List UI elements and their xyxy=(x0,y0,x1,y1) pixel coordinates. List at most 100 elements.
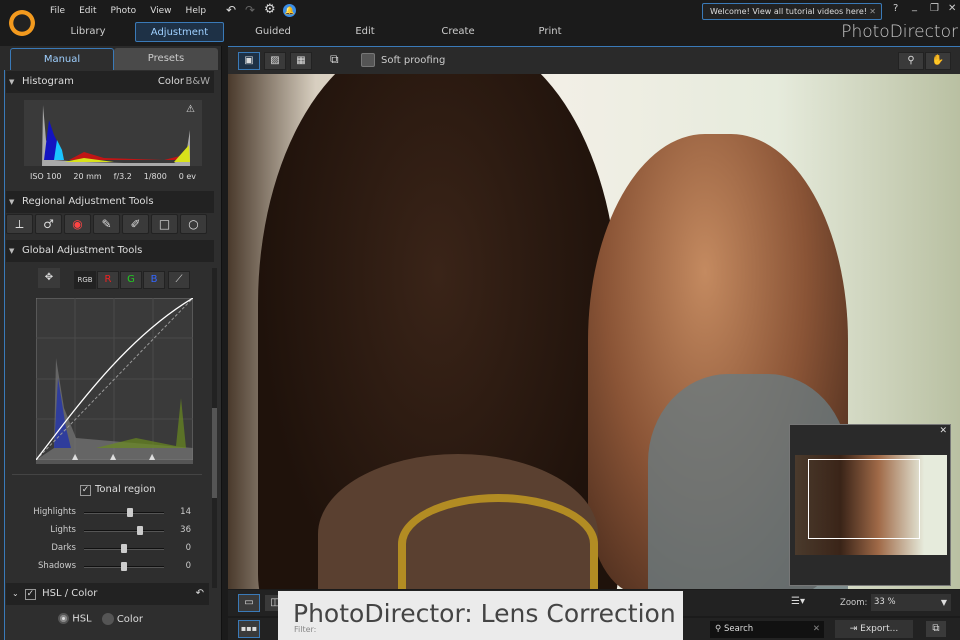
tonal-region-label: Tonal region xyxy=(95,484,156,495)
tonal-slider[interactable] xyxy=(84,562,164,571)
navigator-viewport[interactable] xyxy=(808,459,920,539)
histogram-color-toggle[interactable]: Color xyxy=(158,71,184,93)
red-eye-icon[interactable]: ◉ xyxy=(64,214,91,234)
zoom-value: 33 % xyxy=(874,597,896,607)
slider-thumb[interactable] xyxy=(136,526,143,535)
slider-label: Darks xyxy=(51,543,76,553)
search-input[interactable]: ⚲ Search ✕ xyxy=(710,621,824,638)
slider-thumb[interactable] xyxy=(121,562,127,571)
curve-handle-midtones[interactable]: ▲ xyxy=(110,452,116,461)
menu-view[interactable]: View xyxy=(150,6,171,16)
global-tools-header[interactable]: Global Adjustment Tools xyxy=(6,240,214,262)
menu-file[interactable]: File xyxy=(50,6,65,16)
close-button[interactable]: ✕ xyxy=(948,3,956,14)
export-button[interactable]: ⇥ Export... xyxy=(835,620,913,638)
redo-icon[interactable]: ↷ xyxy=(245,3,255,17)
single-display-icon[interactable]: ▭ xyxy=(238,594,260,612)
hsl-checkbox[interactable]: ✓ xyxy=(24,589,36,600)
reset-icon[interactable]: ↶ xyxy=(196,583,204,605)
grid-view-icon[interactable]: ▦ xyxy=(290,52,312,70)
brand-title: PhotoDirector xyxy=(841,22,958,42)
crop-tool-icon[interactable]: ⟂ xyxy=(6,214,33,234)
hand-pan-icon[interactable]: ✋ xyxy=(925,52,951,70)
aperture: f/3.2 xyxy=(113,172,132,181)
tonal-slider[interactable] xyxy=(84,544,164,553)
brush-icon[interactable]: ✎ xyxy=(93,214,120,234)
adjustment-brush-icon[interactable]: ✐ xyxy=(122,214,149,234)
channel-r[interactable]: R xyxy=(97,271,119,289)
chevron-down-icon: ⌄ xyxy=(12,589,19,598)
slider-thumb[interactable] xyxy=(127,508,134,517)
close-icon[interactable]: ✕ xyxy=(939,426,947,436)
tab-adjustment[interactable]: Adjustment xyxy=(135,22,224,42)
notification-bell-icon[interactable]: 🔔 xyxy=(283,4,296,17)
filter-label: Filter: xyxy=(294,625,317,634)
radio-hsl-label: HSL xyxy=(72,613,92,625)
slider-label: Lights xyxy=(50,525,76,535)
filmstrip-view-icon[interactable]: ▪▪▪ xyxy=(238,620,260,638)
export-label: Export... xyxy=(860,624,899,634)
soft-proofing-checkbox[interactable]: Soft proofing xyxy=(361,53,445,68)
popout-icon[interactable]: ⧉ xyxy=(925,620,947,638)
target-adjust-icon[interactable]: ✥ xyxy=(38,268,60,288)
focal-length: 20 mm xyxy=(73,172,102,181)
histogram-graph: ⚠ xyxy=(24,100,202,166)
clipping-warning-icon: ⚠ xyxy=(186,104,195,115)
zoom-select[interactable]: 33 % ▼ xyxy=(871,594,951,611)
chevron-down-icon: ▼ xyxy=(940,598,947,607)
close-icon[interactable]: ✕ xyxy=(869,4,876,19)
regional-tools-header[interactable]: Regional Adjustment Tools xyxy=(6,191,214,213)
curve-mode-icon[interactable]: ⟋ xyxy=(168,271,190,289)
tab-library[interactable]: Library xyxy=(33,22,143,42)
curve-handle-highlights[interactable]: ▲ xyxy=(149,452,155,461)
panel-scrollbar[interactable] xyxy=(212,268,217,588)
tab-print[interactable]: Print xyxy=(495,22,605,42)
slider-value: 0 xyxy=(185,543,191,553)
undo-icon[interactable]: ↶ xyxy=(226,3,236,17)
radio-color-label: Color xyxy=(116,614,143,625)
histogram-header[interactable]: Histogram Color B&W xyxy=(6,71,214,93)
tonal-slider[interactable] xyxy=(84,508,164,517)
welcome-tooltip[interactable]: Welcome! View all tutorial videos here! ✕ xyxy=(702,3,882,20)
compare-view-icon[interactable]: ▨ xyxy=(264,52,286,70)
tab-manual[interactable]: Manual xyxy=(10,48,114,70)
radial-filter-icon[interactable]: ○ xyxy=(180,214,207,234)
channel-g[interactable]: G xyxy=(120,271,142,289)
navigator-thumbnail[interactable]: ✕ xyxy=(789,424,951,586)
radio-hsl[interactable]: HSL xyxy=(58,613,92,625)
curve-handle-shadows[interactable]: ▲ xyxy=(72,452,78,461)
slider-label: Shadows xyxy=(38,561,76,571)
restore-button[interactable]: ❐ xyxy=(930,3,939,14)
histogram-title: Histogram xyxy=(22,76,74,87)
shutter-speed: 1/800 xyxy=(143,172,167,181)
checkbox-checked-icon: ✓ xyxy=(80,485,91,496)
radio-color[interactable]: Color xyxy=(101,613,143,625)
channel-b[interactable]: B xyxy=(143,271,165,289)
tone-curve-graph[interactable] xyxy=(36,298,193,460)
hsl-color-header[interactable]: ⌄ ✓ HSL / Color ↶ xyxy=(6,583,209,605)
menu-edit[interactable]: Edit xyxy=(79,6,96,16)
histogram-info: ISO 100 20 mm f/3.2 1/800 0 ev xyxy=(24,172,202,181)
iso-value: ISO 100 xyxy=(29,172,62,181)
minimize-button[interactable]: _ xyxy=(912,1,917,12)
histogram-bw-toggle[interactable]: B&W xyxy=(185,71,210,93)
sort-icon[interactable]: ☰▾ xyxy=(791,596,805,607)
export-icon: ⇥ xyxy=(849,624,861,634)
proof-monitor-icon[interactable]: ⧉ xyxy=(330,52,339,67)
graduated-filter-icon[interactable]: □ xyxy=(151,214,178,234)
slider-thumb[interactable] xyxy=(121,544,127,553)
settings-gear-icon[interactable]: ⚙ xyxy=(264,2,276,17)
spot-removal-icon[interactable]: ♂ xyxy=(35,214,62,234)
single-view-icon[interactable]: ▣ xyxy=(238,52,260,70)
clear-search-icon[interactable]: ✕ xyxy=(813,621,820,638)
menu-help[interactable]: Help xyxy=(186,6,207,16)
help-button[interactable]: ? xyxy=(893,3,898,14)
channel-rgb[interactable]: RGB xyxy=(74,271,96,289)
tonal-region-checkbox[interactable]: ✓ Tonal region xyxy=(80,484,156,496)
tab-presets[interactable]: Presets xyxy=(114,48,218,70)
zoom-magnifier-icon[interactable]: ⚲ xyxy=(898,52,924,70)
caption-overlay: PhotoDirector: Lens Correction xyxy=(278,591,683,640)
menu-photo[interactable]: Photo xyxy=(111,6,137,16)
tonal-slider[interactable] xyxy=(84,526,164,535)
exposure-value: 0 ev xyxy=(178,172,197,181)
